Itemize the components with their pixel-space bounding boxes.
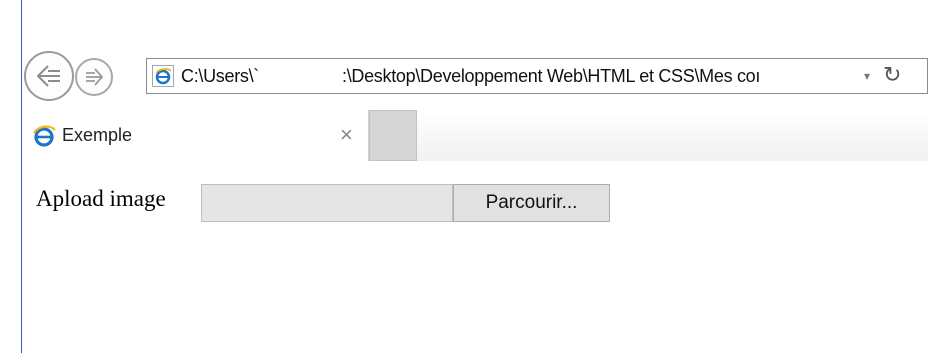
back-button[interactable] <box>24 51 74 101</box>
internet-explorer-icon <box>33 125 56 147</box>
navigation-bar: C:\Users\` :\Desktop\Developpement Web\H… <box>22 46 928 108</box>
refresh-icon[interactable]: ↻ <box>883 62 901 88</box>
address-text-path-start: C:\Users\` <box>181 66 260 86</box>
browser-window: C:\Users\` :\Desktop\Developpement Web\H… <box>0 0 928 353</box>
tab-title: Exemple <box>62 125 133 145</box>
page-favicon-icon <box>152 65 174 87</box>
address-bar[interactable]: C:\Users\` :\Desktop\Developpement Web\H… <box>146 58 928 94</box>
forward-arrow-icon <box>86 68 103 86</box>
tab-strip: Exemple × <box>22 110 928 161</box>
upload-label: Apload image <box>36 186 166 211</box>
browse-button[interactable]: Parcourir... <box>453 184 610 222</box>
address-text-path-end: :\Desktop\Developpement Web\HTML et CSS\… <box>342 66 761 86</box>
back-arrow-icon <box>37 65 60 87</box>
file-path-field[interactable] <box>201 184 453 222</box>
close-tab-icon[interactable]: × <box>340 122 353 148</box>
tab-exemple[interactable]: Exemple × <box>22 110 369 161</box>
address-dropdown-icon[interactable]: ▾ <box>864 69 870 83</box>
new-tab-button[interactable] <box>369 110 417 161</box>
forward-button[interactable] <box>75 58 113 96</box>
